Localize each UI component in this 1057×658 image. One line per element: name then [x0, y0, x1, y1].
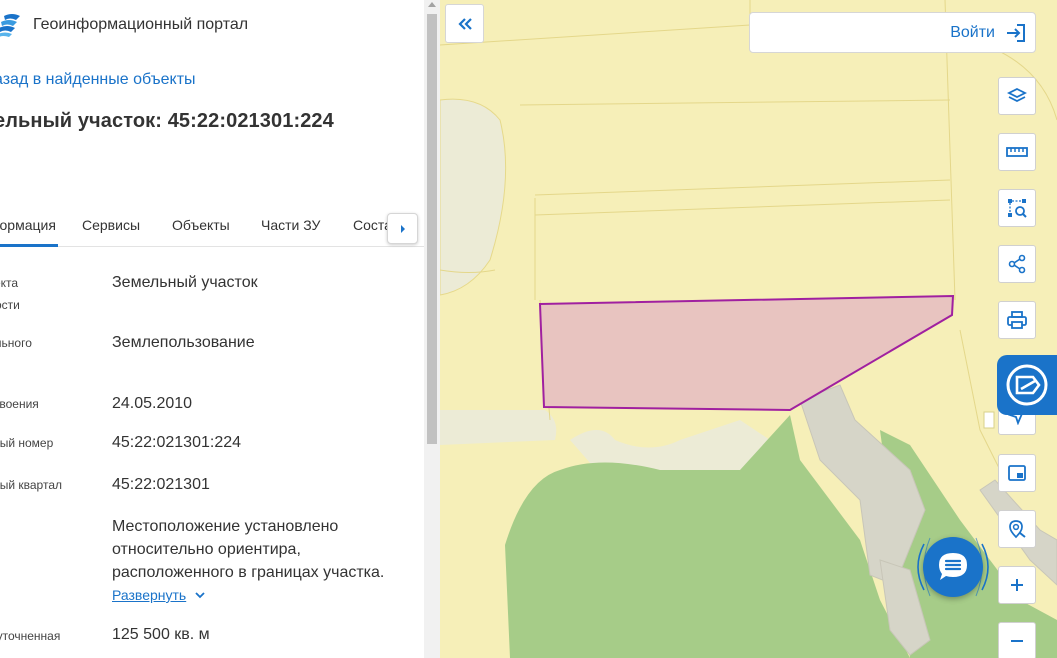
property-value: Земельный участок: [112, 274, 258, 291]
area-select-button[interactable]: [998, 189, 1036, 227]
print-button[interactable]: [998, 301, 1036, 339]
scroll-up-arrow-icon[interactable]: [428, 2, 436, 7]
cadastre-services-tab[interactable]: [997, 355, 1057, 415]
property-value: 45:22:021301:224: [112, 434, 242, 451]
share-button[interactable]: [998, 245, 1036, 283]
login-label: Войти: [950, 23, 995, 41]
property-value: Землепользование: [112, 334, 255, 351]
chat-bubble-icon: [939, 553, 967, 580]
area-select-icon: [1008, 199, 1027, 218]
chat-button[interactable]: [923, 537, 983, 597]
zoom-in-icon: [1011, 579, 1023, 591]
search-location-icon: [1009, 520, 1026, 539]
search-location-button[interactable]: [998, 510, 1036, 548]
expand-label: Развернуть: [112, 587, 187, 603]
chevron-down-icon: [195, 592, 205, 599]
tab-services[interactable]: Сервисы: [82, 217, 140, 233]
panel-scrollbar[interactable]: [424, 0, 440, 658]
property-label: дь уточненная: [0, 629, 61, 643]
tab-information[interactable]: формация: [0, 217, 56, 233]
tab-parts[interactable]: Части ЗУ: [261, 217, 320, 233]
tabs-bar: формация Сервисы Объекты Части ЗУ Соста: [0, 205, 424, 247]
property-label: рисвоения: [0, 397, 39, 411]
object-title: ельный участок: 45:22:021301:224: [0, 110, 334, 132]
zoom-out-icon: [1011, 640, 1023, 642]
print-icon: [1007, 311, 1027, 329]
layers-button[interactable]: [998, 77, 1036, 115]
collapse-panel-button[interactable]: [445, 4, 484, 43]
caret-right-icon: [400, 224, 405, 233]
expand-link[interactable]: Развернуть: [112, 587, 206, 603]
ruler-icon: [1006, 147, 1028, 157]
layers-icon: [1007, 87, 1027, 103]
double-chevron-left-icon: [457, 17, 472, 30]
info-panel: Геоинформационный портал азад в найденны…: [0, 0, 424, 658]
login-button[interactable]: Войти: [749, 12, 1036, 53]
minimap-button[interactable]: [998, 454, 1036, 492]
scrollbar-thumb[interactable]: [427, 14, 437, 444]
tab-objects[interactable]: Объекты: [172, 217, 230, 233]
zoom-in-button[interactable]: [998, 566, 1036, 604]
tabs-scroll-right-button[interactable]: [387, 213, 418, 244]
property-label: бъекта имости: [0, 276, 20, 312]
login-arrow-icon: [1007, 23, 1025, 42]
active-tab-indicator: [0, 244, 58, 247]
property-value: 24.05.2010: [112, 395, 193, 412]
property-label: ровый квартал: [0, 478, 62, 492]
property-value: 45:22:021301: [112, 476, 210, 493]
minimap-icon: [1008, 465, 1026, 481]
property-label: ровый номер: [0, 436, 54, 450]
cadastre-logo-icon: [1006, 364, 1048, 406]
property-label: мельного я: [0, 336, 32, 350]
portal-title: Геоинформационный портал: [33, 16, 249, 33]
share-icon: [1008, 254, 1026, 274]
portal-logo-icon: [0, 14, 20, 37]
back-to-results-link[interactable]: азад в найденные объекты: [0, 71, 196, 89]
property-value: 125 500 кв. м: [112, 626, 210, 643]
property-value: Местоположение установлено относительно …: [112, 518, 385, 581]
measure-button[interactable]: [998, 133, 1036, 171]
zoom-out-button[interactable]: [998, 622, 1036, 658]
